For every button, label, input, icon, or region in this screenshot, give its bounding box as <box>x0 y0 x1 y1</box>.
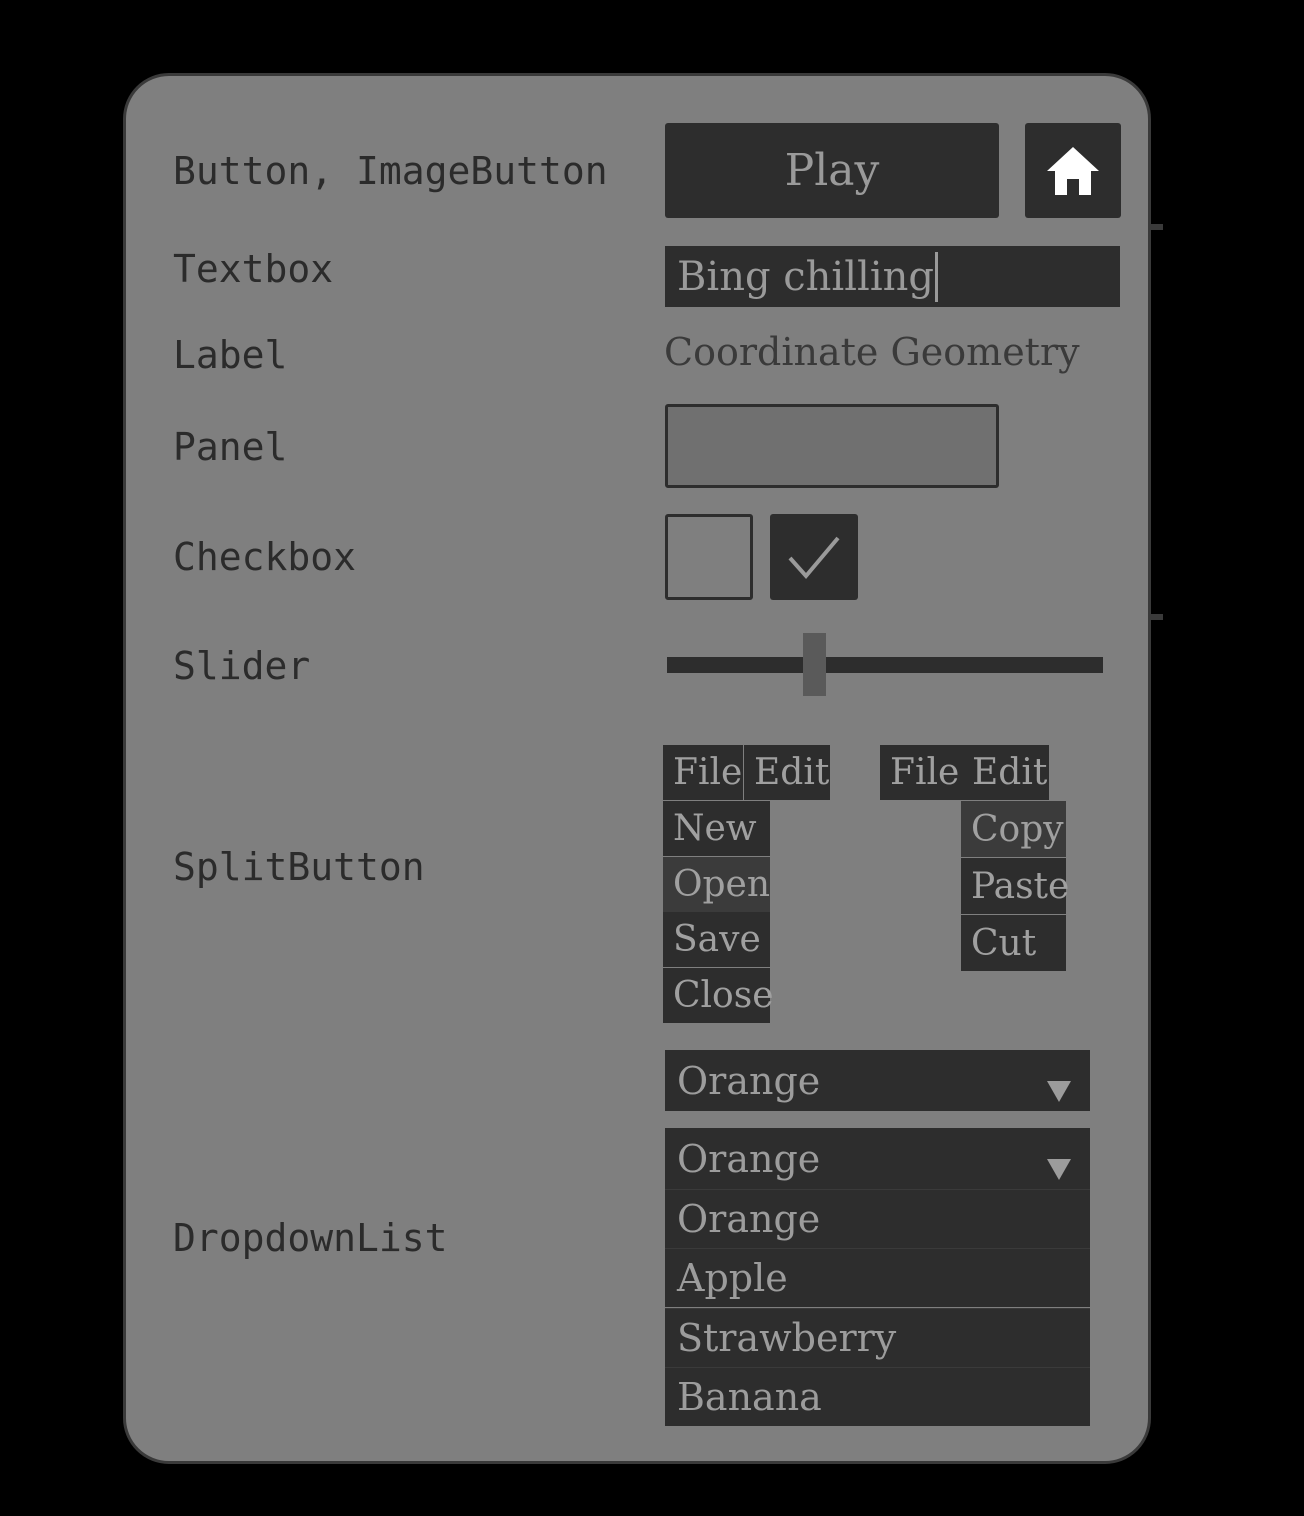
panel-widget <box>665 404 999 488</box>
checkmark-icon <box>788 536 840 580</box>
menu-item-close[interactable]: Close <box>663 968 774 1023</box>
splitbutton-b-file[interactable]: File <box>880 745 962 800</box>
checkbox-unchecked[interactable] <box>665 514 753 600</box>
edge-tick <box>1151 614 1163 620</box>
text-input[interactable]: Bing chilling <box>665 246 1120 307</box>
edge-tick <box>1151 224 1163 230</box>
home-icon <box>1047 146 1099 195</box>
label-widget: Coordinate Geometry <box>664 330 1080 374</box>
dropdown-open-value: Orange <box>677 1136 821 1181</box>
dropdown-option[interactable]: Orange <box>665 1189 1090 1248</box>
menu-item-save[interactable]: Save <box>663 912 770 967</box>
row-label-label: Label <box>173 333 288 377</box>
row-label-textbox: Textbox <box>173 247 334 291</box>
dropdown-option[interactable]: Banana <box>665 1367 1090 1426</box>
menu-item-new[interactable]: New <box>663 801 770 856</box>
slider-track[interactable] <box>667 657 1103 673</box>
dropdown-option[interactable]: Strawberry <box>665 1308 1090 1367</box>
row-label-button: Button, ImageButton <box>173 149 608 193</box>
chevron-down-icon <box>1046 1068 1072 1112</box>
chevron-down-icon <box>1046 1146 1072 1190</box>
splitbutton-a-file[interactable]: File <box>663 745 743 800</box>
row-label-panel: Panel <box>173 425 288 469</box>
text-caret <box>934 251 938 302</box>
play-button[interactable]: Play <box>665 123 999 218</box>
menu-item-paste[interactable]: Paste <box>961 858 1069 914</box>
dropdown-option[interactable]: Apple <box>665 1248 1090 1307</box>
row-label-checkbox: Checkbox <box>173 535 357 579</box>
menu-item-copy[interactable]: Copy <box>961 801 1066 857</box>
checkbox-checked[interactable] <box>770 514 858 600</box>
splitbutton-b-edit[interactable]: Edit <box>962 745 1049 800</box>
menu-item-cut[interactable]: Cut <box>961 915 1066 971</box>
home-image-button[interactable] <box>1025 123 1121 218</box>
text-input-value: Bing chilling <box>677 253 934 300</box>
dropdown-closed[interactable]: Orange <box>665 1050 1090 1111</box>
splitbutton-a-edit[interactable]: Edit <box>744 745 830 800</box>
menu-item-open[interactable]: Open <box>663 857 770 912</box>
dropdown-closed-value: Orange <box>677 1058 821 1103</box>
dropdown-open[interactable]: Orange <box>665 1128 1090 1189</box>
row-label-splitbutton: SplitButton <box>173 845 425 889</box>
row-label-dropdown: DropdownList <box>173 1216 448 1260</box>
row-label-slider: Slider <box>173 644 311 688</box>
slider-thumb[interactable] <box>803 633 826 696</box>
